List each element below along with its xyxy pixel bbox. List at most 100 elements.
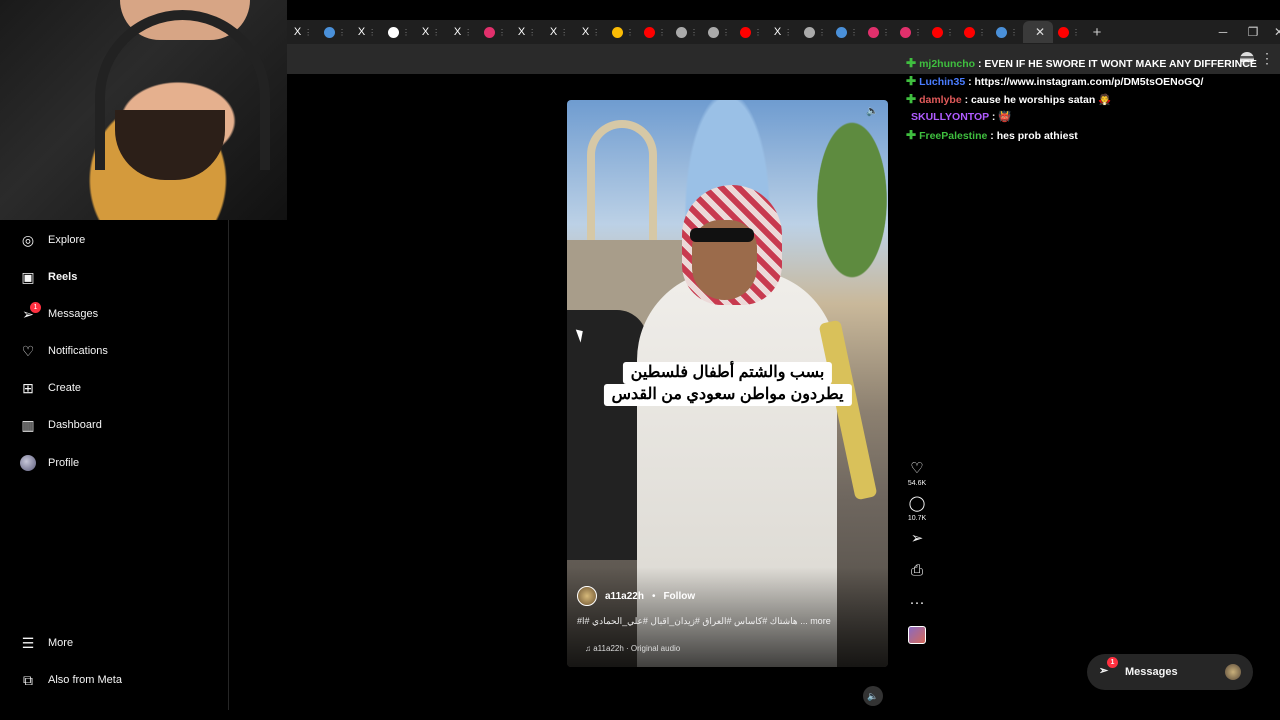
browser-tab[interactable]: X ⋮ xyxy=(447,21,479,43)
sidebar-item-explore[interactable]: ◎ Explore xyxy=(20,230,85,250)
sidebar-item-create[interactable]: ⊞ Create xyxy=(20,378,81,398)
avatar-icon xyxy=(20,455,36,471)
subscriber-badge-icon: ✚ xyxy=(906,128,917,142)
comment-button[interactable]: ◯ 10.7K xyxy=(903,495,931,522)
browser-tab[interactable]: X ⋮ xyxy=(575,21,607,43)
browser-menu-icon[interactable]: ⋮ xyxy=(1260,50,1274,67)
sidebar-item-messages[interactable]: ➢ 1 Messages xyxy=(20,302,99,324)
youtube-icon xyxy=(1058,26,1069,38)
stream-chat: ✚ mj2huncho : EVEN IF HE SWORE IT WONT MA… xyxy=(906,54,1257,144)
tab-title-fragment: ⋮ xyxy=(338,27,346,37)
save-button[interactable]: ⎙ xyxy=(903,562,931,580)
browser-tab[interactable]: X ⋮ xyxy=(767,21,799,43)
heart-icon: ♡ xyxy=(910,460,924,477)
browser-tab[interactable]: ⋮ xyxy=(831,21,863,43)
like-button[interactable]: ♡ 54.6K xyxy=(903,460,931,487)
instagram-icon xyxy=(900,26,911,38)
browser-tab[interactable]: ⋮ xyxy=(479,21,511,43)
comment-icon: ◯ xyxy=(908,495,926,512)
poster-info: a11a22h • Follow xyxy=(577,586,695,606)
webcam-overlay xyxy=(0,0,287,220)
chat-username[interactable]: SKULLYONTOP xyxy=(911,111,989,123)
subscriber-badge-icon: ✚ xyxy=(906,56,917,70)
browser-tab[interactable]: ⋮ xyxy=(863,21,895,43)
web-icon xyxy=(324,26,335,38)
browser-tab[interactable]: ⋮ xyxy=(959,21,991,43)
speaker-icon[interactable]: 🔈 xyxy=(866,106,880,120)
browser-tab[interactable]: ⋮ xyxy=(991,21,1023,43)
tab-title-fragment: ⋮ xyxy=(658,27,666,37)
audio-thumbnail[interactable] xyxy=(908,626,926,644)
chat-username[interactable]: FreePalestine xyxy=(919,130,987,142)
reel-audio[interactable]: ♫ a11a22h · Original audio xyxy=(585,644,680,653)
browser-tab[interactable]: X ⋮ xyxy=(543,21,575,43)
close-window-button[interactable]: ✕ xyxy=(1264,20,1280,44)
audio-label: a11a22h · Original audio xyxy=(593,644,681,653)
sidebar-item-label: Messages xyxy=(48,308,99,320)
browser-tab[interactable]: ⋮ xyxy=(703,21,735,43)
close-icon[interactable]: ✕ xyxy=(1035,25,1045,39)
browser-tab[interactable]: ⋮ xyxy=(671,21,703,43)
browser-tab[interactable]: ⋮ xyxy=(319,21,351,43)
sidebar-item-label: Dashboard xyxy=(48,419,102,431)
browser-tab[interactable]: ⋮ xyxy=(927,21,959,43)
poster-username[interactable]: a11a22h xyxy=(605,591,644,602)
sidebar-item-notifications[interactable]: ♡ Notifications xyxy=(20,341,108,361)
follow-button[interactable]: Follow xyxy=(663,591,695,602)
chat-username[interactable]: mj2huncho xyxy=(919,58,975,70)
browser-tab[interactable]: X ⋮ xyxy=(287,21,319,43)
chat-message: ✚ Luchin35 : https://www.instagram.com/p/… xyxy=(906,72,1257,90)
sidebar-item-reels[interactable]: ▣ Reels xyxy=(20,267,77,287)
separator-dot: • xyxy=(651,590,656,602)
sidebar-item-dashboard[interactable]: ▥ Dashboard xyxy=(20,415,102,435)
browser-tab[interactable]: ⋮ xyxy=(799,21,831,43)
browser-tab[interactable]: X ⋮ xyxy=(415,21,447,43)
tab-title-fragment: ⋮ xyxy=(560,27,569,37)
messages-pill-label: Messages xyxy=(1125,666,1178,678)
browser-tab[interactable]: ⋮ xyxy=(639,21,671,43)
also-from-meta-button[interactable]: ⧉ Also from Meta xyxy=(20,670,122,690)
poster-avatar[interactable] xyxy=(577,586,597,606)
globe-icon xyxy=(708,26,719,38)
browser-tab[interactable]: ⋮ xyxy=(607,21,639,43)
plus-square-icon: ⊞ xyxy=(22,379,34,396)
x-icon: X xyxy=(773,26,782,38)
sidebar-item-profile[interactable]: Profile xyxy=(20,453,79,473)
mute-button[interactable]: 🔈 xyxy=(863,686,883,706)
tab-title-fragment: ⋮ xyxy=(754,27,762,37)
x-icon: X xyxy=(421,26,430,38)
browser-tab[interactable]: X ⋮ xyxy=(351,21,383,43)
chat-text: : hes prob athiest xyxy=(987,130,1078,142)
notification-badge: 1 xyxy=(30,302,41,313)
tab-title-fragment: ⋮ xyxy=(818,27,826,37)
browser-tab[interactable]: ⋮ xyxy=(1053,21,1085,43)
instagram-sidebar: ◎ Explore ▣ Reels ➢ 1 Messages ♡ Notifications ⊞ C… xyxy=(0,220,229,710)
play-icon[interactable] xyxy=(720,376,734,392)
chat-message: SKULLYONTOP : 👹 xyxy=(906,108,1257,126)
share-button[interactable]: ➢ xyxy=(903,530,931,548)
reel-video[interactable]: 🔈 بسب والشتم أطفال فلسطين يطردون مواطن س… xyxy=(567,100,888,667)
instagram-icon xyxy=(484,26,495,38)
heart-icon: ♡ xyxy=(21,342,35,359)
chat-username[interactable]: Luchin35 xyxy=(919,76,965,88)
browser-tab[interactable]: ⋮ xyxy=(735,21,767,43)
ellipsis-icon: ··· xyxy=(909,594,925,611)
active-tab[interactable]: ✕ xyxy=(1023,21,1053,43)
more-button[interactable]: ☰ More xyxy=(20,633,73,653)
tab-title-fragment: ⋮ xyxy=(978,27,986,37)
web-icon xyxy=(996,26,1007,38)
minimize-button[interactable]: ─ xyxy=(1208,20,1238,44)
subscriber-badge-icon: ✚ xyxy=(906,74,917,88)
x-icon: X xyxy=(293,26,302,38)
messenger-icon: ➢ 1 xyxy=(20,302,41,322)
browser-tab[interactable]: ⋮ xyxy=(383,21,415,43)
new-tab-button[interactable]: + xyxy=(1085,24,1109,41)
messages-pill[interactable]: ➢ 1 Messages xyxy=(1087,654,1253,690)
more-options-button[interactable]: ··· xyxy=(903,594,931,612)
browser-tab[interactable]: ⋮ xyxy=(895,21,927,43)
reel-description[interactable]: #هاشتاك #كاساس #العراق #زيدان_اقبال #علي… xyxy=(577,616,877,627)
like-count: 54.6K xyxy=(907,480,927,487)
browser-tab[interactable]: X ⋮ xyxy=(511,21,543,43)
chat-username[interactable]: damlybe xyxy=(919,94,962,106)
gear-icon xyxy=(804,26,815,38)
